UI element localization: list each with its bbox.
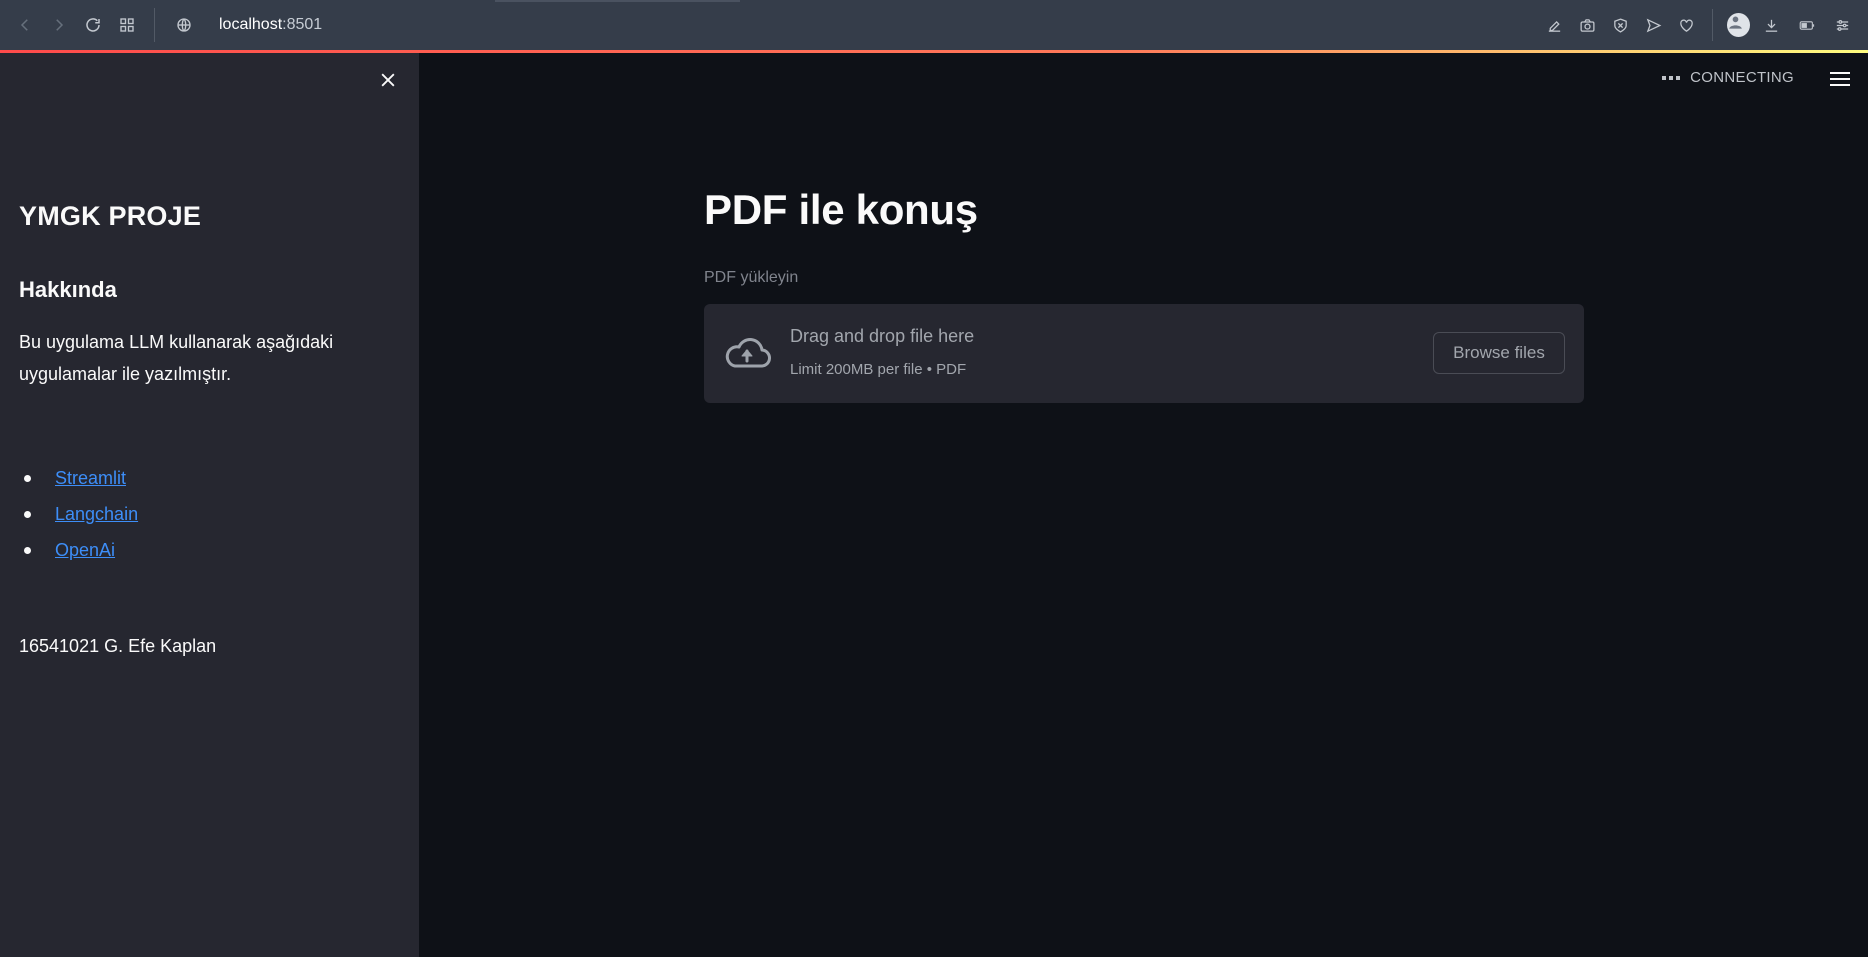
address-bar[interactable]: localhost:8501: [219, 16, 322, 34]
sidebar-about-heading: Hakkında: [19, 277, 117, 302]
address-host: localhost: [219, 16, 283, 33]
hamburger-menu-icon[interactable]: [1828, 69, 1852, 89]
browser-extensions: [1543, 0, 1854, 50]
heart-icon[interactable]: [1675, 14, 1698, 37]
forward-arrow-icon[interactable]: [44, 10, 74, 40]
uploader-label: PDF yükleyin: [704, 269, 799, 286]
settings-sliders-icon[interactable]: [1831, 14, 1854, 37]
reload-icon[interactable]: [78, 10, 108, 40]
browser-toolbar: localhost:8501: [0, 0, 1868, 50]
sidebar: YMGK PROJE Hakkında Bu uygulama LLM kull…: [0, 53, 419, 957]
main-content: CONNECTING PDF ile konuş PDF yükleyin Dr…: [419, 53, 1868, 957]
edit-icon[interactable]: [1543, 14, 1566, 37]
sidebar-title: YMGK PROJE: [19, 201, 202, 231]
list-item: OpenAi: [19, 532, 138, 568]
battery-icon[interactable]: [1793, 14, 1821, 37]
grid-icon[interactable]: [112, 10, 142, 40]
link-openai[interactable]: OpenAi: [55, 540, 115, 560]
camera-icon[interactable]: [1576, 14, 1599, 37]
page-title: PDF ile konuş: [704, 186, 978, 233]
connection-status: CONNECTING: [1662, 69, 1794, 86]
sidebar-footer: 16541021 G. Efe Kaplan: [19, 636, 217, 656]
block-icon[interactable]: [1609, 14, 1632, 37]
address-port: :8501: [282, 16, 323, 33]
status-dots-icon: [1662, 75, 1681, 80]
link-langchain[interactable]: Langchain: [55, 504, 138, 524]
browse-files-button[interactable]: Browse files: [1433, 332, 1565, 374]
link-streamlit[interactable]: Streamlit: [55, 468, 126, 488]
send-icon[interactable]: [1642, 14, 1665, 37]
dropzone-instruction: Drag and drop file here: [790, 326, 975, 346]
globe-icon[interactable]: [169, 10, 199, 40]
profile-avatar-icon[interactable]: [1727, 13, 1750, 37]
sidebar-link-list: Streamlit Langchain OpenAi: [19, 460, 138, 568]
close-icon[interactable]: [375, 67, 401, 93]
download-icon[interactable]: [1760, 14, 1783, 37]
list-item: Streamlit: [19, 460, 138, 496]
sidebar-description: Bu uygulama LLM kullanarak aşağıdaki uyg…: [19, 332, 334, 384]
list-item: Langchain: [19, 496, 138, 532]
dropzone-limit: Limit 200MB per file • PDF: [790, 361, 967, 378]
file-dropzone[interactable]: Drag and drop file here Limit 200MB per …: [704, 304, 1584, 403]
toolbar-divider: [154, 8, 155, 42]
status-text: CONNECTING: [1690, 69, 1794, 86]
cloud-upload-icon: [723, 334, 771, 370]
back-arrow-icon[interactable]: [10, 10, 40, 40]
toolbar-divider: [1712, 9, 1713, 41]
active-tab-indicator: [495, 0, 740, 2]
